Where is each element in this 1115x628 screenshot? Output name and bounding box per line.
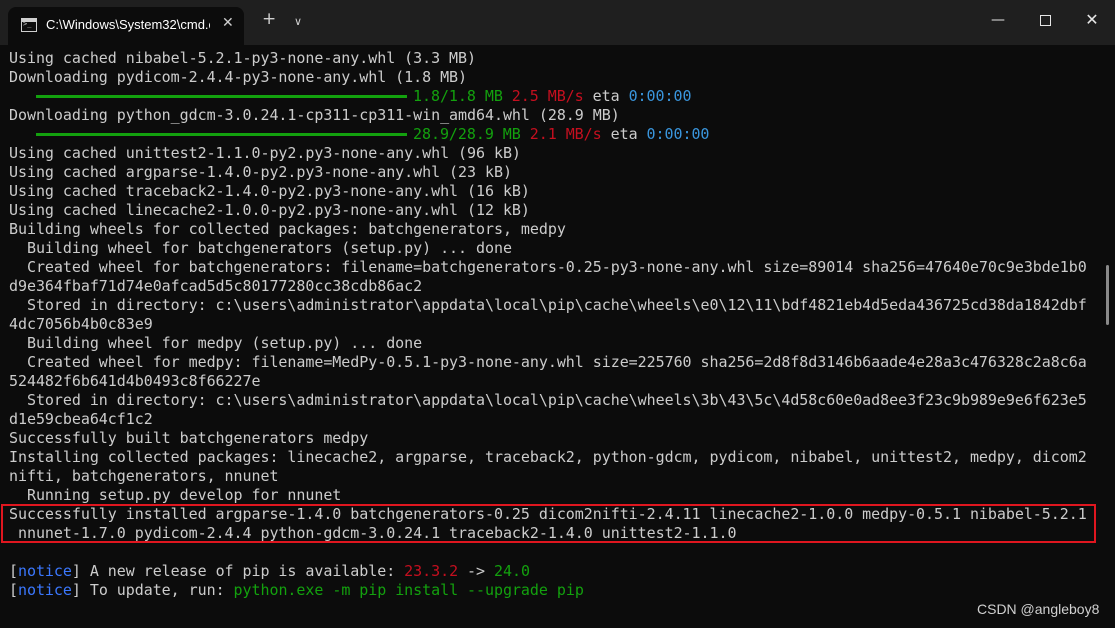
terminal-tab[interactable]: C:\Windows\System32\cmd.e ✕: [8, 7, 244, 45]
old-version: 23.3.2: [404, 562, 459, 580]
upgrade-command: python.exe -m pip install --upgrade pip: [233, 581, 584, 599]
tab-close-icon[interactable]: ✕: [222, 15, 234, 31]
minimize-button[interactable]: —: [975, 0, 1021, 40]
watermark: CSDN @angleboy8: [977, 601, 1100, 617]
output-line: Using cached unittest2-1.1.0-py2.py3-non…: [9, 144, 521, 162]
output-line: Downloading pydicom-2.4.4-py3-none-any.w…: [9, 68, 468, 86]
version-arrow: ->: [458, 562, 494, 580]
progress-line: 1.8/1.8 MB 2.5 MB/s eta 0:00:00: [9, 87, 1099, 106]
notice-tag: notice: [17, 581, 72, 599]
output-line: Using cached traceback2-1.4.0-py2.py3-no…: [9, 182, 530, 200]
progress-speed: 2.1 MB/s: [529, 125, 602, 143]
highlight-box: [1, 504, 1096, 543]
progress-bar: [36, 95, 407, 98]
progress-eta: 0:00:00: [628, 87, 692, 105]
output-line: Stored in directory: c:\users\administra…: [9, 391, 1087, 409]
notice-tag: notice: [17, 562, 72, 580]
output-line: Stored in directory: c:\users\administra…: [9, 296, 1087, 314]
notice-line: [notice] To update, run: python.exe -m p…: [9, 581, 584, 599]
maximize-button[interactable]: [1022, 0, 1068, 40]
output-line: Successfully built batchgenerators medpy: [9, 429, 369, 447]
output-line: d9e364fbaf71d74e0afcad5d5c80177280cc38cd…: [9, 277, 423, 295]
progress-eta: 0:00:00: [646, 125, 710, 143]
progress-eta-label: eta: [610, 125, 638, 143]
new-version: 24.0: [494, 562, 530, 580]
output-line: Using cached linecache2-1.0.0-py2.py3-no…: [9, 201, 530, 219]
progress-line: 28.9/28.9 MB 2.1 MB/s eta 0:00:00: [9, 125, 1099, 144]
scrollbar-thumb[interactable]: [1106, 265, 1109, 325]
progress-eta-label: eta: [592, 87, 620, 105]
output-line: 524482f6b641d4b0493c8f66227e: [9, 372, 261, 390]
output-line: Using cached nibabel-5.2.1-py3-none-any.…: [9, 49, 477, 67]
chevron-down-icon[interactable]: ∨: [294, 15, 302, 28]
close-window-button[interactable]: ✕: [1069, 0, 1115, 40]
output-line: Building wheels for collected packages: …: [9, 220, 566, 238]
output-line: Building wheel for batchgenerators (setu…: [9, 239, 512, 257]
output-line: Downloading python_gdcm-3.0.24.1-cp311-c…: [9, 106, 620, 124]
command-prompt-icon: [21, 18, 37, 32]
output-line: Using cached argparse-1.4.0-py2.py3-none…: [9, 163, 512, 181]
progress-done: 1.8/1.8 MB: [413, 87, 503, 105]
notice-text: To update, run:: [80, 581, 234, 599]
title-bar: C:\Windows\System32\cmd.e ✕ + ∨ — ✕: [0, 0, 1115, 45]
progress-done: 28.9/28.9 MB: [413, 125, 521, 143]
notice-line: [notice] A new release of pip is availab…: [9, 562, 530, 580]
output-line: 4dc7056b4b0c83e9: [9, 315, 153, 333]
progress-speed: 2.5 MB/s: [511, 87, 584, 105]
new-tab-button[interactable]: +: [262, 9, 276, 29]
tab-title: C:\Windows\System32\cmd.e: [46, 17, 210, 32]
output-line: d1e59cbea64cf1c2: [9, 410, 153, 428]
output-line: Created wheel for batchgenerators: filen…: [9, 258, 1087, 276]
output-line: Created wheel for medpy: filename=MedPy-…: [9, 353, 1087, 371]
maximize-icon: [1039, 15, 1051, 26]
output-line: Building wheel for medpy (setup.py) ... …: [9, 334, 423, 352]
output-line: Installing collected packages: linecache…: [9, 448, 1087, 466]
output-line: Running setup.py develop for nnunet: [9, 486, 342, 504]
progress-bar: [36, 133, 407, 136]
notice-text: A new release of pip is available:: [80, 562, 405, 580]
output-line: nifti, batchgenerators, nnunet: [9, 467, 279, 485]
